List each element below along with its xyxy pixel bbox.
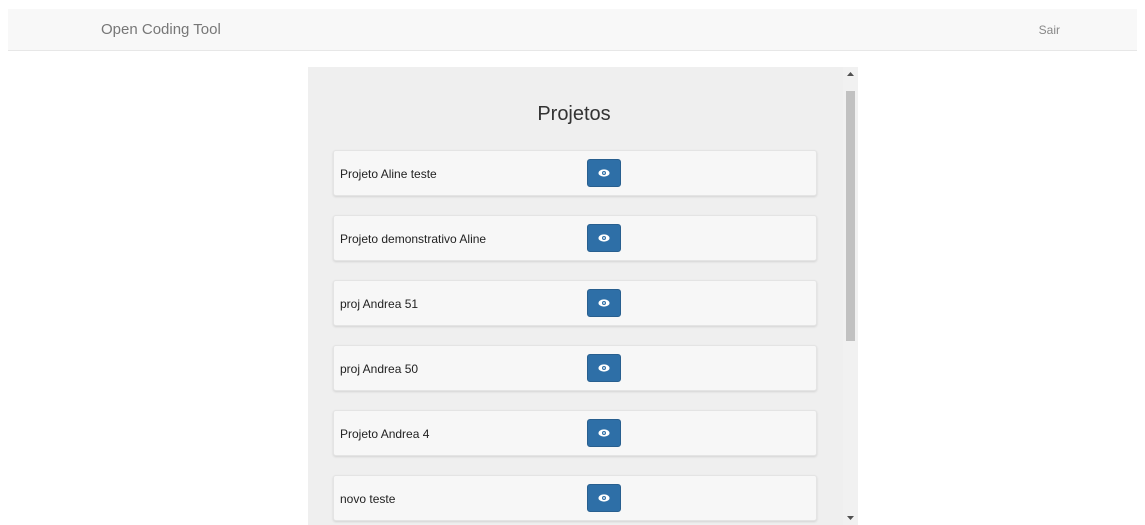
- projects-panel: Projetos Projeto Aline teste Projeto dem…: [308, 67, 858, 525]
- page-title: Projetos: [537, 103, 611, 125]
- project-row: novo teste: [333, 475, 817, 521]
- view-project-button[interactable]: [587, 159, 621, 187]
- project-row: proj Andrea 51: [333, 280, 817, 326]
- project-name: proj Andrea 50: [340, 362, 419, 376]
- logout-link[interactable]: Sair: [1039, 23, 1060, 37]
- scrollbar-thumb[interactable]: [846, 91, 855, 341]
- eye-icon: [598, 429, 610, 437]
- view-project-button[interactable]: [587, 484, 621, 512]
- project-row: proj Andrea 50: [333, 345, 817, 391]
- top-navbar: Open Coding Tool Sair: [8, 9, 1137, 51]
- app-brand[interactable]: Open Coding Tool: [101, 21, 221, 38]
- eye-icon: [598, 364, 610, 372]
- view-project-button[interactable]: [587, 354, 621, 382]
- project-row: Projeto demonstrativo Aline: [333, 215, 817, 261]
- project-row: Projeto Andrea 4: [333, 410, 817, 456]
- project-name: Projeto demonstrativo Aline: [340, 232, 487, 246]
- project-name: Projeto Aline teste: [340, 167, 437, 181]
- project-list: Projeto Aline teste Projeto demonstrativ…: [333, 150, 817, 525]
- eye-icon: [598, 494, 610, 502]
- project-row: Projeto Aline teste: [333, 150, 817, 196]
- project-name: Projeto Andrea 4: [340, 427, 430, 441]
- eye-icon: [598, 234, 610, 242]
- project-name: proj Andrea 51: [340, 297, 419, 311]
- eye-icon: [598, 169, 610, 177]
- panel-scrollbar[interactable]: [843, 67, 858, 525]
- eye-icon: [598, 299, 610, 307]
- project-name: novo teste: [340, 492, 396, 506]
- scroll-down-arrow-icon[interactable]: [843, 511, 858, 525]
- view-project-button[interactable]: [587, 289, 621, 317]
- view-project-button[interactable]: [587, 224, 621, 252]
- view-project-button[interactable]: [587, 419, 621, 447]
- scroll-up-arrow-icon[interactable]: [843, 67, 858, 81]
